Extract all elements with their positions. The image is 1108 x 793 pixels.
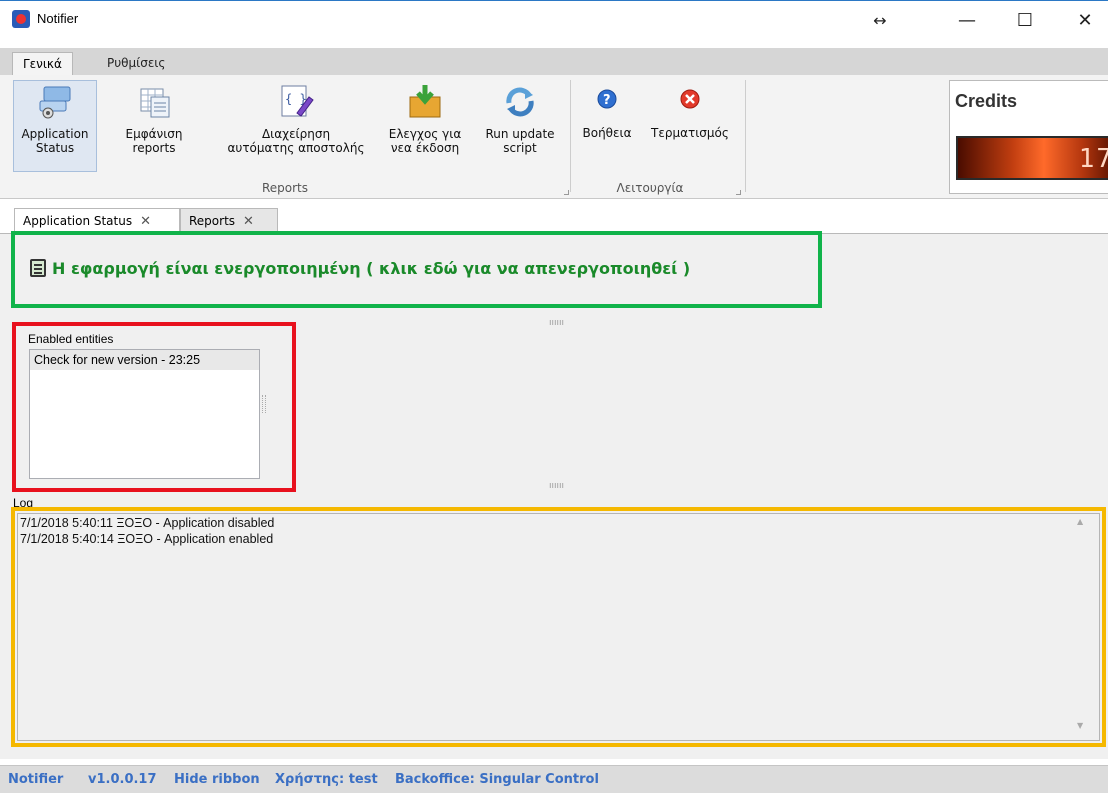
- status-document-icon: [30, 259, 46, 277]
- ribbon-tab-settings[interactable]: Ρυθμίσεις: [97, 52, 175, 76]
- credits-display: 17: [956, 136, 1108, 180]
- hide-ribbon-link[interactable]: Hide ribbon: [174, 772, 260, 787]
- svg-text:?: ?: [603, 93, 611, 108]
- toggle-application-link[interactable]: Η εφαρμογή είναι ενεργοποιημένη ( κλικ ε…: [30, 259, 690, 278]
- button-label: Τερματισμός: [651, 126, 729, 140]
- statusbar-backoffice: Backoffice: Singular Control: [395, 772, 599, 787]
- title-bar: [0, 0, 1108, 48]
- credits-title: Credits: [955, 91, 1018, 111]
- exit-icon: [679, 88, 701, 110]
- status-message: Η εφαρμογή είναι ενεργοποιημένη ( κλικ ε…: [52, 259, 691, 278]
- minimize-button[interactable]: —: [944, 6, 990, 36]
- statusbar-app-name: Notifier: [8, 772, 64, 787]
- download-box-icon: [406, 83, 444, 121]
- script-edit-icon: { }: [277, 83, 315, 121]
- scroll-down-icon[interactable]: ▼: [1077, 721, 1083, 730]
- button-label: Run update: [485, 127, 555, 141]
- list-item[interactable]: Check for new version - 23:25: [30, 350, 259, 370]
- log-textarea[interactable]: [17, 513, 1100, 741]
- ribbon-group-separator: [745, 80, 746, 192]
- credits-value: 17: [1078, 144, 1108, 174]
- group-launcher-icon[interactable]: [564, 190, 569, 195]
- auto-send-management-button[interactable]: { } Διαχείρηση αυτόματης αποστολής: [216, 80, 376, 172]
- ribbon-tab-general[interactable]: Γενικά: [12, 52, 73, 76]
- ribbon-group-label-reports: Reports: [261, 181, 309, 195]
- app-status-icon: [36, 83, 74, 121]
- tab-label: Reports: [189, 214, 236, 228]
- ribbon-group-label-function: Λειτουργία: [616, 181, 684, 195]
- button-label: Status: [35, 141, 75, 155]
- check-new-version-button[interactable]: Ελεγχος για νεα έκδοση: [383, 80, 467, 172]
- button-label: reports: [132, 141, 176, 155]
- close-tab-icon[interactable]: ✕: [140, 214, 151, 229]
- button-label: Βοήθεια: [582, 126, 632, 140]
- tab-label: Application Status: [23, 214, 133, 228]
- button-label: Ελεγχος για: [388, 127, 462, 141]
- help-button[interactable]: ? Βοήθεια: [580, 80, 634, 172]
- refresh-icon: [501, 83, 539, 121]
- entities-label: Enabled entities: [28, 332, 114, 346]
- app-logo-icon: [12, 10, 30, 28]
- group-launcher-icon[interactable]: [736, 190, 741, 195]
- help-icon: ?: [596, 88, 618, 110]
- close-tab-icon[interactable]: ✕: [243, 214, 254, 229]
- application-status-button[interactable]: Application Status: [13, 80, 97, 172]
- button-label: Διαχείρηση: [261, 127, 331, 141]
- splitter-handle[interactable]: ıııııı: [549, 481, 564, 491]
- window-title: Notifier: [37, 11, 79, 26]
- show-reports-button[interactable]: Εμφάνιση reports: [112, 80, 196, 172]
- button-label: Εμφάνιση: [125, 127, 183, 141]
- scroll-up-icon[interactable]: ▲: [1077, 517, 1083, 526]
- button-label: αυτόματης αποστολής: [227, 141, 365, 155]
- run-update-script-button[interactable]: Run update script: [477, 80, 563, 172]
- exit-button[interactable]: Τερματισμός: [645, 80, 735, 172]
- vertical-splitter-handle[interactable]: [262, 395, 266, 413]
- button-label: Application: [21, 127, 89, 141]
- reports-icon: [135, 83, 173, 121]
- button-label: script: [503, 141, 537, 155]
- button-label: νεα έκδοση: [390, 141, 460, 155]
- splitter-handle[interactable]: ıııııı: [549, 318, 564, 328]
- close-button[interactable]: ✕: [1062, 6, 1108, 36]
- maximize-button[interactable]: ☐: [1002, 6, 1048, 36]
- resize-icon[interactable]: ↔: [857, 6, 903, 36]
- statusbar-version: v1.0.0.17: [88, 772, 157, 787]
- log-line: 7/1/2018 5:40:11 ΞΟΞΟ - Application disa…: [20, 516, 275, 530]
- statusbar-user: Χρήστης: test: [275, 772, 378, 787]
- ribbon-group-separator: [570, 80, 571, 192]
- log-line: 7/1/2018 5:40:14 ΞΟΞΟ - Application enab…: [20, 532, 274, 546]
